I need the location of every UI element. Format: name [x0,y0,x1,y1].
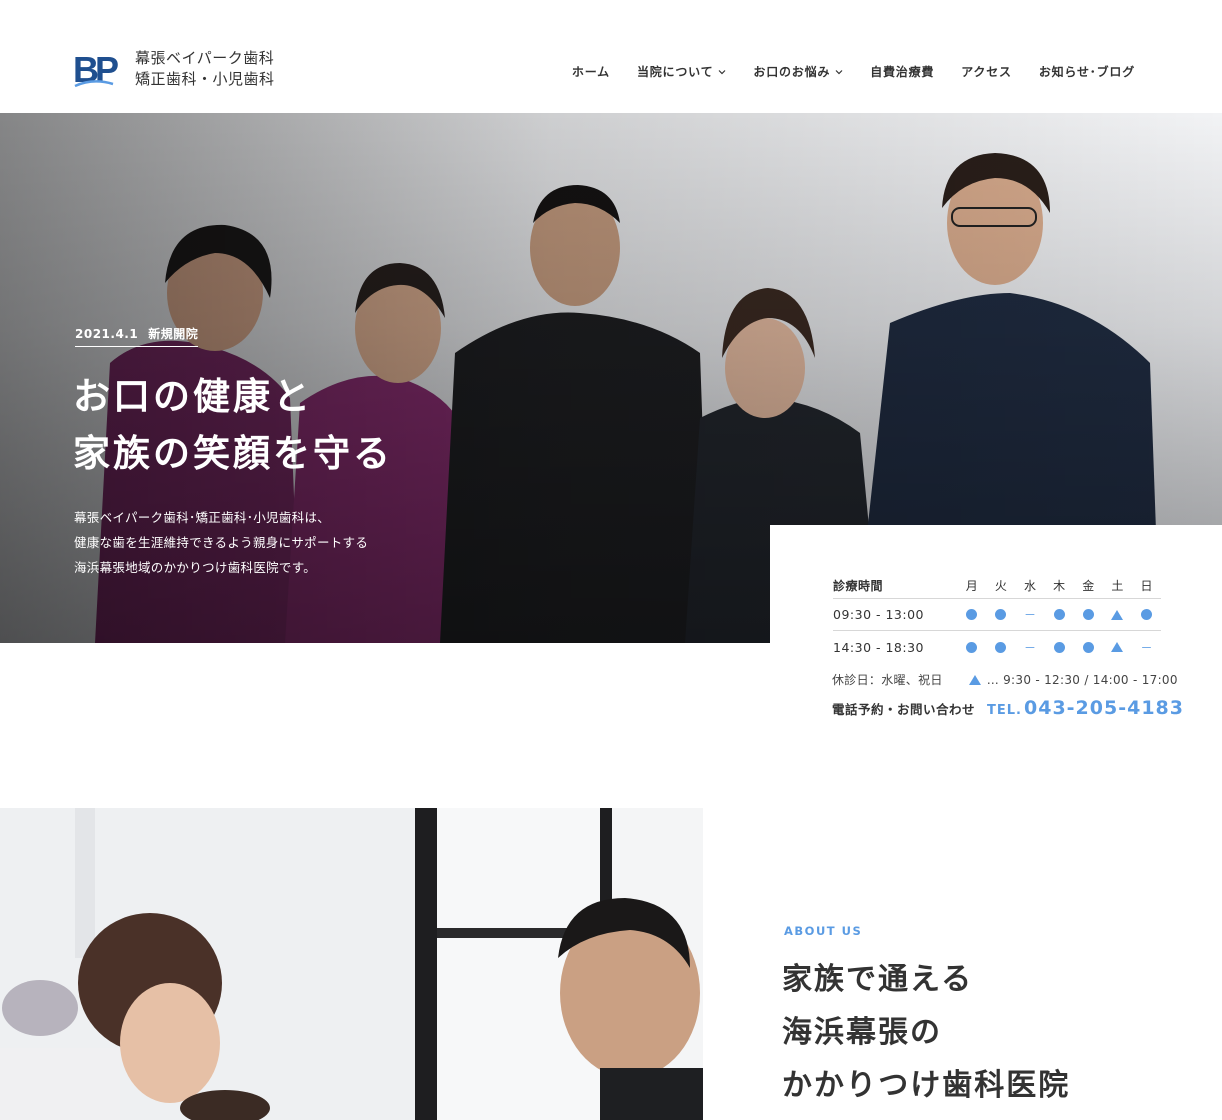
schedule-cell [1045,599,1074,630]
hero-lead-line3: 海浜幕張地域のかかりつけ歯科医院です。 [74,560,317,575]
schedule-header-row: 診療時間 月 火 水 木 金 土 日 [833,573,1161,599]
triangle-icon [1111,642,1124,652]
phone-number-link[interactable]: 043-205-4183 [1024,697,1184,719]
schedule-cell [957,599,986,630]
main-nav: ホーム 当院について お口のお悩み 自費治療費 アクセス お知らせ･ブログ [545,63,1135,80]
schedule-cell [1045,631,1074,663]
schedule-cell [957,631,986,663]
hero-title: お口の健康と 家族の笑顔を守る [73,368,393,482]
opening-text: 新規開院 [148,327,199,341]
schedule-table: 診療時間 月 火 水 木 金 土 日 09:30 - 13:00 － 14:30… [833,573,1161,663]
schedule-cell [986,599,1015,630]
nav-home[interactable]: ホーム [572,63,610,80]
chevron-down-icon [835,69,843,74]
opening-badge: 2021.4.1 新規開院 [75,325,199,347]
open-dot-icon [1140,609,1152,620]
nav-label: アクセス [961,65,1012,79]
schedule-header-label: 診療時間 [833,579,884,593]
schedule-row-afternoon: 14:30 - 18:30 － － [833,631,1161,663]
about-eyebrow: ABOUT US [784,924,863,938]
opening-date: 2021.4.1 [75,327,139,341]
schedule-cell: － [1015,599,1044,630]
open-dot-icon [1053,641,1065,653]
open-dot-icon [966,609,978,620]
triangle-icon [968,674,981,685]
closed-days-text: 休診日：水曜、祝日 [832,673,943,687]
about-title: 家族で通える 海浜幕張の かかりつけ歯科医院 [782,953,1070,1112]
schedule-cell [1103,631,1132,663]
nav-label: お口のお悩み [753,65,831,79]
treatment-photo [0,808,703,1120]
hero-lead: 幕張ベイパーク歯科･矯正歯科･小児歯科は、 健康な歯を生涯維持できるよう親身にサ… [74,505,368,580]
nav-label: お知らせ･ブログ [1038,65,1135,79]
day-sun: 日 [1140,579,1153,593]
closed-days-note: 休診日：水曜、祝日 … 9:30 - 12:30 / 14:00 - 17:00 [832,671,1178,688]
nav-news-blog[interactable]: お知らせ･ブログ [1039,63,1135,80]
hero-lead-line1: 幕張ベイパーク歯科･矯正歯科･小児歯科は、 [74,510,331,525]
site-logo[interactable]: BP 幕張ベイパーク歯科 矯正歯科・小児歯科 [73,48,275,90]
schedule-cell: － [1015,631,1044,663]
schedule-cell: － [1132,631,1161,663]
day-fri: 金 [1082,579,1095,593]
phone-prefix: TEL. [987,703,1022,718]
chevron-down-icon [718,69,726,74]
about-title-line1: 家族で通える [782,962,974,997]
logo-text: 幕張ベイパーク歯科 矯正歯科・小児歯科 [135,48,275,90]
open-dot-icon [966,641,978,653]
nav-access[interactable]: アクセス [961,63,1012,80]
site-header: BP 幕張ベイパーク歯科 矯正歯科・小児歯科 ホーム 当院について お口のお悩み… [0,0,1222,113]
hero-title-line2: 家族の笑顔を守る [73,432,393,475]
closed-dash: － [1023,608,1036,622]
phone-contact: 電話予約・お問い合わせ TEL. 043-205-4183 [832,697,1184,719]
phone-label: 電話予約・お問い合わせ [832,702,976,717]
open-dot-icon [995,641,1007,653]
nav-about-clinic[interactable]: 当院について [637,63,726,80]
schedule-cell [1132,599,1161,630]
nav-concerns[interactable]: お口のお悩み [753,63,843,80]
schedule-cell [1074,599,1103,630]
nav-label: ホーム [571,65,610,79]
schedule-row-morning: 09:30 - 13:00 － [833,599,1161,631]
logo-line2: 矯正歯科・小児歯科 [135,70,275,88]
about-title-line2: 海浜幕張の [782,1015,942,1050]
nav-label: 自費治療費 [870,65,935,79]
nav-label: 当院について [636,65,714,79]
bp-logo-icon: BP [73,49,122,90]
triangle-icon [1111,609,1124,620]
open-dot-icon [1082,609,1094,620]
schedule-time: 09:30 - 13:00 [833,607,925,622]
day-wed: 水 [1023,579,1036,593]
hero-title-line1: お口の健康と [73,375,313,418]
closed-dash: － [1140,640,1153,655]
schedule-cell [1074,631,1103,663]
schedule-card: 診療時間 月 火 水 木 金 土 日 09:30 - 13:00 － 14:30… [770,525,1222,735]
about-title-line3: かかりつけ歯科医院 [782,1068,1071,1103]
day-thu: 木 [1053,579,1066,593]
day-mon: 月 [965,579,978,593]
open-dot-icon [1082,641,1094,653]
logo-line1: 幕張ベイパーク歯科 [135,49,275,67]
day-sat: 土 [1111,579,1124,593]
saturday-hours: … 9:30 - 12:30 / 14:00 - 17:00 [986,672,1178,687]
open-dot-icon [995,609,1007,620]
hero-lead-line2: 健康な歯を生涯維持できるよう親身にサポートする [74,535,369,550]
day-tue: 火 [994,579,1007,593]
schedule-time: 14:30 - 18:30 [833,639,925,655]
schedule-cell [1103,599,1132,630]
nav-fees[interactable]: 自費治療費 [870,63,934,80]
closed-dash: － [1023,640,1036,655]
open-dot-icon [1053,609,1065,620]
schedule-cell [986,631,1015,663]
